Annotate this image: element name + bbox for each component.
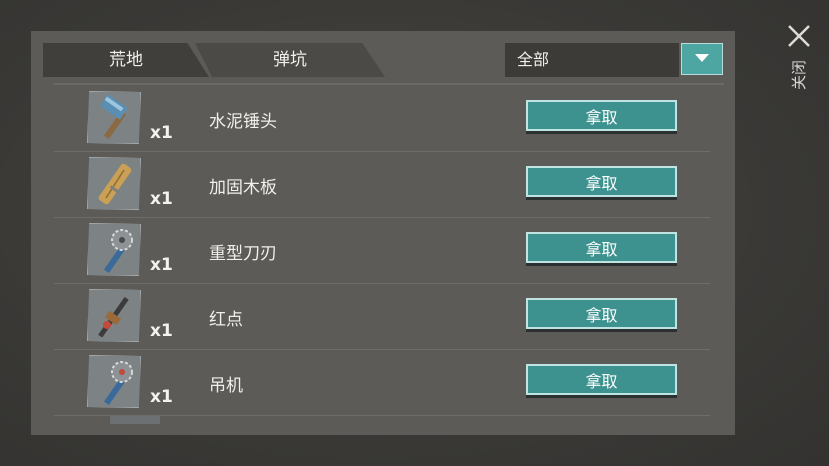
item-name: 吊机 — [209, 376, 243, 396]
take-button[interactable]: 拿取 — [526, 232, 677, 263]
heavy-blade-icon — [87, 223, 141, 276]
item-quantity: x1 — [150, 255, 173, 275]
next-item-thumbnail-partial — [110, 416, 160, 424]
close-button[interactable] — [785, 22, 813, 50]
item-quantity: x1 — [150, 189, 173, 209]
close-icon — [788, 25, 810, 47]
crane-icon — [87, 355, 141, 408]
category-filter[interactable]: 全部 — [505, 43, 723, 77]
list-item: x1 加固木板 拿取 — [54, 151, 710, 218]
close-label[interactable]: 关闭 — [790, 60, 808, 90]
tab-crater[interactable]: 弹坑 — [195, 43, 385, 77]
filter-dropdown-button[interactable] — [681, 43, 723, 75]
item-list[interactable]: x1 水泥锤头 拿取 x1 加固木板 拿取 x1 重型刀刃 拿取 x1 红点 拿… — [54, 83, 724, 425]
item-quantity: x1 — [150, 321, 173, 341]
take-button[interactable]: 拿取 — [526, 364, 677, 395]
red-dot-sight-icon — [87, 289, 141, 342]
take-button[interactable]: 拿取 — [526, 298, 677, 329]
item-name: 水泥锤头 — [209, 112, 277, 132]
item-name: 加固木板 — [209, 178, 277, 198]
filter-selected-value: 全部 — [505, 43, 679, 77]
item-quantity: x1 — [150, 387, 173, 407]
loot-panel: 荒地 弹坑 全部 x1 水泥锤头 拿取 x1 加固木板 拿取 x1 重型刀刃 拿… — [31, 31, 735, 435]
take-button[interactable]: 拿取 — [526, 100, 677, 131]
item-name: 重型刀刃 — [209, 244, 277, 264]
tab-wasteland[interactable]: 荒地 — [43, 43, 209, 77]
item-name: 红点 — [209, 310, 243, 330]
list-item: x1 吊机 拿取 — [54, 349, 710, 416]
list-item: x1 水泥锤头 拿取 — [54, 85, 710, 152]
item-quantity: x1 — [150, 123, 173, 143]
chevron-down-icon — [695, 54, 709, 62]
wooden-plank-icon — [87, 157, 141, 210]
take-button[interactable]: 拿取 — [526, 166, 677, 197]
list-item: x1 重型刀刃 拿取 — [54, 217, 710, 284]
list-item: x1 红点 拿取 — [54, 283, 710, 350]
hammer-head-icon — [87, 91, 141, 144]
